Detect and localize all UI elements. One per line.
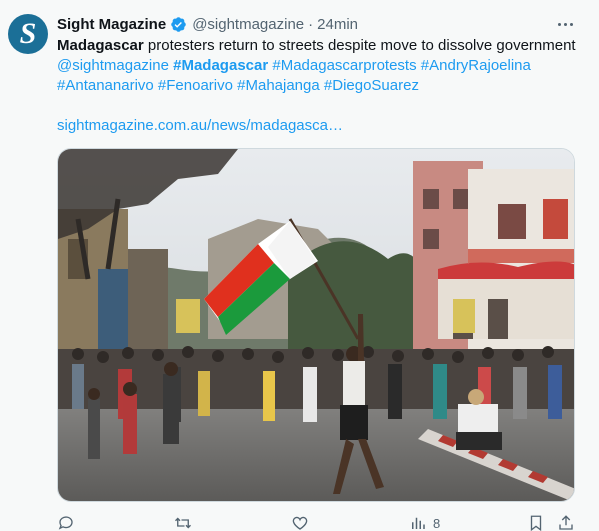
- reply-button[interactable]: [57, 514, 75, 531]
- verified-badge-icon: [171, 16, 186, 32]
- hashtag-madagascar-highlight[interactable]: #Madagascar: [173, 57, 268, 74]
- hashtag-link[interactable]: #Mahajanga: [237, 77, 320, 94]
- views-icon: [412, 517, 425, 529]
- author-handle[interactable]: @sightmagazine: [192, 16, 304, 33]
- tweet-card[interactable]: S Sight Magazine @sightmagazine · 24min …: [0, 0, 599, 531]
- hashtag-link[interactable]: #Antananarivo: [57, 77, 154, 94]
- views-button[interactable]: 8: [409, 514, 440, 531]
- avatar[interactable]: S: [8, 14, 48, 54]
- timestamp[interactable]: 24min: [317, 16, 358, 33]
- views-count: 8: [433, 515, 441, 531]
- mention-link[interactable]: @sightmagazine: [57, 57, 169, 74]
- hashtag-link[interactable]: #Madagascarprotests: [272, 57, 416, 74]
- share-icon: [559, 515, 573, 530]
- action-bar: 8: [57, 514, 577, 531]
- hashtag-link[interactable]: #Fenoarivo: [158, 77, 233, 94]
- avatar-letter: S: [19, 17, 37, 50]
- bookmark-button[interactable]: [527, 514, 545, 531]
- text-body: protesters return to streets despite mov…: [143, 37, 576, 54]
- like-icon: [292, 516, 308, 530]
- bookmark-icon: [530, 515, 542, 531]
- separator-dot: ·: [308, 15, 314, 33]
- hashtag-link[interactable]: #AndryRajoelina: [421, 57, 531, 74]
- protest-street-photo: [58, 149, 574, 501]
- retweet-icon: [175, 517, 191, 529]
- text-bold-word: Madagascar: [57, 37, 144, 54]
- more-options-icon[interactable]: [555, 14, 575, 34]
- tweet-text: Madagascar protesters return to streets …: [57, 36, 582, 96]
- retweet-button[interactable]: [174, 514, 192, 531]
- tweet-header: Sight Magazine @sightmagazine · 24min: [57, 14, 358, 34]
- like-button[interactable]: [291, 514, 309, 531]
- article-link[interactable]: sightmagazine.com.au/news/madagasca…: [57, 116, 343, 136]
- author-name[interactable]: Sight Magazine: [57, 16, 166, 33]
- tweet-photo[interactable]: [57, 148, 575, 502]
- share-button[interactable]: [557, 514, 575, 531]
- hashtag-link[interactable]: #DiegoSuarez: [324, 77, 419, 94]
- reply-icon: [58, 516, 73, 530]
